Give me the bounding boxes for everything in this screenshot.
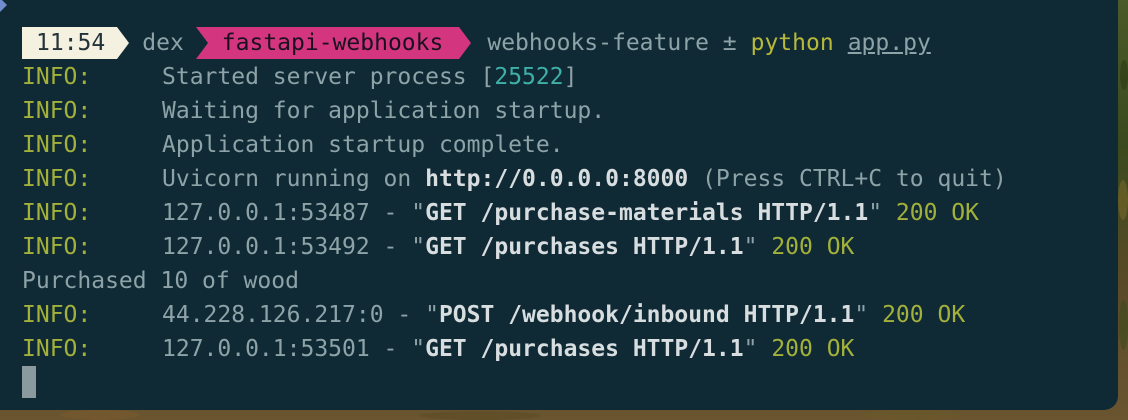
log-status: 200 OK (882, 302, 966, 328)
log-line: Purchased 10 of wood (22, 264, 299, 298)
log-line: INFO: 44.228.126.217:0 - "POST /webhook/i… (22, 298, 965, 332)
log-level: INFO: (22, 98, 92, 124)
log-quote: " (868, 200, 896, 226)
log-quote: " (854, 302, 883, 328)
log-message: Application startup complete. (162, 132, 564, 158)
log-line: INFO: 127.0.0.1:53492 - "GET /purchases H… (22, 230, 854, 264)
log-message: Waiting for application startup. (162, 98, 606, 124)
prompt-command: python (750, 30, 834, 56)
log-message-tail: ] (563, 64, 578, 90)
log-line: INFO: Uvicorn running on http://0.0.0.0:8… (22, 162, 1007, 196)
log-quote: " (743, 336, 772, 362)
log-level: INFO: (22, 64, 92, 90)
log-request: GET /purchases HTTP/1.1 (425, 336, 744, 362)
log-line: INFO: 127.0.0.1:53487 - "GET /purchase-ma… (22, 196, 979, 230)
terminal-window[interactable]: 11:54 dex fastapi-webhooks webhooks-feat… (0, 0, 1118, 410)
prompt-argument: app.py (847, 30, 931, 56)
log-address: 127.0.0.1:53492 - " (162, 234, 426, 260)
log-level: INFO: (22, 234, 92, 260)
log-request: POST /webhook/inbound HTTP/1.1 (438, 302, 855, 328)
log-address: 127.0.0.1:53501 - " (162, 336, 426, 362)
log-message: Started server process [ (162, 64, 495, 90)
log-address: 44.228.126.217:0 - " (162, 302, 439, 328)
log-message: Uvicorn running on (162, 166, 426, 192)
log-line: INFO: Application startup complete. (22, 128, 564, 162)
log-line: INFO: 127.0.0.1:53501 - "GET /purchases H… (22, 332, 854, 366)
log-level: INFO: (22, 302, 92, 328)
terminal-cursor[interactable] (22, 366, 36, 398)
log-address: 127.0.0.1:53487 - " (162, 200, 426, 226)
log-plain-output: Purchased 10 of wood (22, 268, 299, 294)
prompt-git-branch: webhooks-feature ± (487, 30, 737, 56)
log-request: GET /purchases HTTP/1.1 (425, 234, 744, 260)
log-status: 200 OK (771, 234, 855, 260)
log-pid: 25522 (494, 64, 564, 90)
log-request: GET /purchase-materials HTTP/1.1 (425, 200, 869, 226)
log-level: INFO: (22, 166, 92, 192)
log-level: INFO: (22, 132, 92, 158)
log-level: INFO: (22, 336, 92, 362)
log-level: INFO: (22, 200, 92, 226)
log-line: INFO: Started server process [25522] (22, 60, 577, 94)
log-status: 200 OK (895, 200, 980, 226)
prompt-directory: fastapi-webhooks (195, 27, 471, 59)
window-corner-icon (0, 0, 7, 12)
log-quote: " (743, 234, 772, 260)
prompt-time: 11:54 (22, 27, 130, 59)
log-line: INFO: Waiting for application startup. (22, 94, 605, 128)
shell-prompt: 11:54 dex fastapi-webhooks webhooks-feat… (22, 27, 931, 59)
server-url-link[interactable]: http://0.0.0.0:8000 (425, 166, 688, 192)
log-message-tail: (Press CTRL+C to quit) (688, 166, 1007, 192)
log-status: 200 OK (771, 336, 855, 362)
